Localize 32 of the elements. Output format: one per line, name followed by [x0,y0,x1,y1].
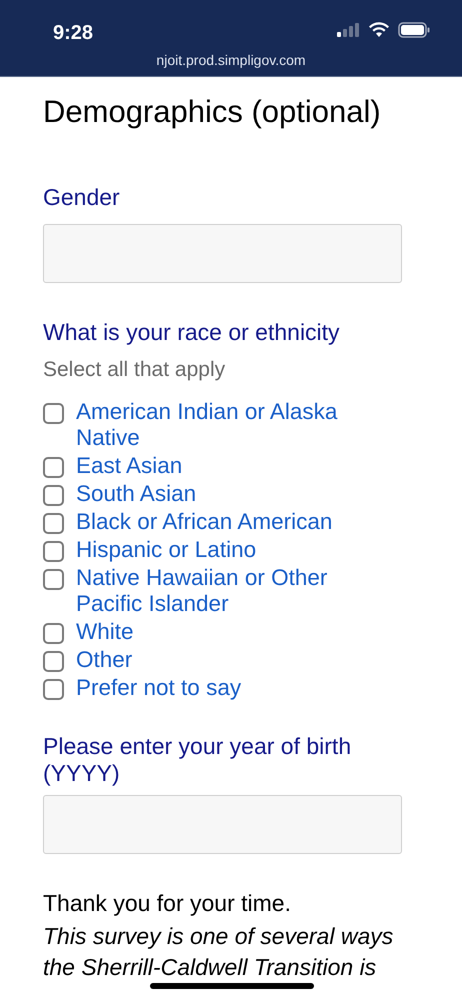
field-label: Gender [43,182,121,212]
thanks-text: Thank you for your time. [43,889,292,918]
option-label[interactable]: Other [76,647,376,675]
battery-icon [398,22,430,38]
wifi-icon [369,22,389,37]
signal-icon [337,23,361,37]
gender-field[interactable] [43,224,402,283]
option-label[interactable]: White [76,619,376,647]
option-label[interactable]: Hispanic or Latino [76,537,376,565]
status-time: 9:28 [53,21,94,46]
checkbox[interactable] [43,679,64,700]
checkbox[interactable] [43,623,64,644]
option-label[interactable]: Prefer not to say [76,675,376,703]
checkbox[interactable] [43,651,64,672]
option-label[interactable]: American Indian or Alaska Native [76,399,376,453]
checkbox[interactable] [43,569,64,590]
checkbox[interactable] [43,485,64,506]
field-label: Please enter your year of birth (YYYY) [43,733,352,787]
url-text: njoit.prod.simpligov.com [155,51,307,70]
checkbox[interactable] [43,541,64,562]
option-label[interactable]: South Asian [76,481,376,509]
option-label[interactable]: Black or African American [76,509,376,537]
hint-text: Select all that apply [43,356,226,382]
checkbox[interactable] [43,457,64,478]
note-text: This survey is one of several ways the Sherrill-Caldwell Transition is [43,922,394,982]
birth-year-field[interactable] [43,795,402,854]
page-heading: Demographics (optional) [43,93,382,131]
option-label[interactable]: East Asian [76,453,376,481]
checkbox[interactable] [43,403,64,424]
field-label: What is your race or ethnicity [43,318,341,347]
checkbox[interactable] [43,513,64,534]
option-label[interactable]: Native Hawaiian or Other Pacific Islander [76,565,376,619]
